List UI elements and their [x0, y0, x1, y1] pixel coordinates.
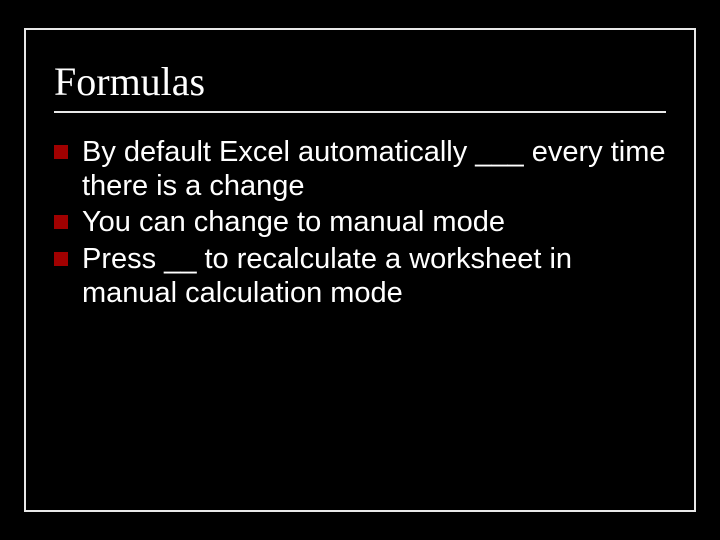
bullet-list: By default Excel automatically ___ every… — [54, 135, 666, 310]
square-bullet-icon — [54, 252, 68, 266]
list-item: By default Excel automatically ___ every… — [54, 135, 666, 203]
title-underline — [54, 111, 666, 113]
list-item: Press __ to recalculate a worksheet in m… — [54, 242, 666, 310]
slide-title: Formulas — [54, 58, 666, 105]
slide: Formulas By default Excel automatically … — [0, 0, 720, 540]
bullet-text: You can change to manual mode — [82, 206, 505, 238]
square-bullet-icon — [54, 145, 68, 159]
square-bullet-icon — [54, 215, 68, 229]
slide-frame: Formulas By default Excel automatically … — [24, 28, 696, 512]
list-item: You can change to manual mode — [54, 205, 666, 239]
bullet-text: Press __ to recalculate a worksheet in m… — [82, 243, 572, 309]
bullet-text: By default Excel automatically ___ every… — [82, 136, 666, 202]
